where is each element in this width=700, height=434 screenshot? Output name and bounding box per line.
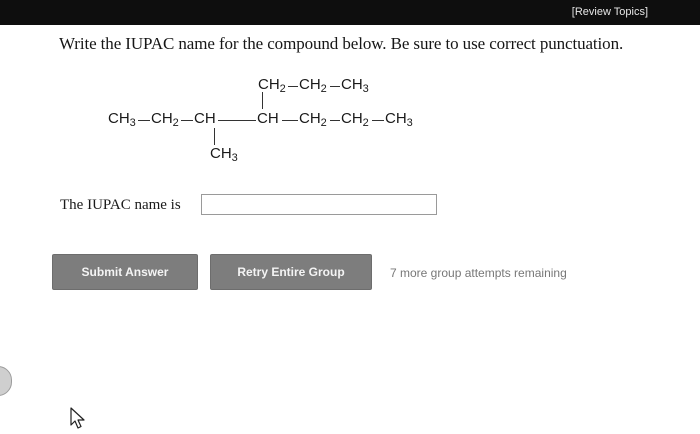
bond	[330, 86, 340, 87]
atom-ch2-1: CH2	[151, 110, 179, 129]
atom-ch-2: CH	[257, 110, 279, 127]
submit-answer-button[interactable]: Submit Answer	[52, 254, 198, 290]
bond	[262, 92, 263, 109]
structural-formula: CH2 CH2 CH3 CH3 CH2 CH CH CH2 CH2 CH3 CH…	[0, 0, 700, 434]
attempts-remaining: 7 more group attempts remaining	[390, 266, 567, 280]
iupac-name-input[interactable]	[201, 194, 437, 215]
answer-label: The IUPAC name is	[60, 197, 181, 213]
atom-branch-bottom-ch3: CH3	[210, 145, 238, 164]
bond	[214, 128, 215, 145]
bond	[181, 120, 193, 121]
atom-branch-ch3: CH3	[341, 76, 369, 95]
bond	[138, 120, 150, 121]
atom-ch3-start: CH3	[108, 110, 136, 129]
retry-entire-group-button[interactable]: Retry Entire Group	[210, 254, 372, 290]
bond	[288, 86, 298, 87]
bond	[218, 120, 256, 121]
bond	[372, 120, 384, 121]
atom-ch3-end: CH3	[385, 110, 413, 129]
atom-ch2-2: CH2	[299, 110, 327, 129]
bond	[282, 120, 298, 121]
atom-ch-1: CH	[194, 110, 216, 127]
mouse-pointer-icon	[70, 407, 85, 429]
atom-ch2-3: CH2	[341, 110, 369, 129]
bond	[330, 120, 340, 121]
atom-branch-ch2-b: CH2	[299, 76, 327, 95]
